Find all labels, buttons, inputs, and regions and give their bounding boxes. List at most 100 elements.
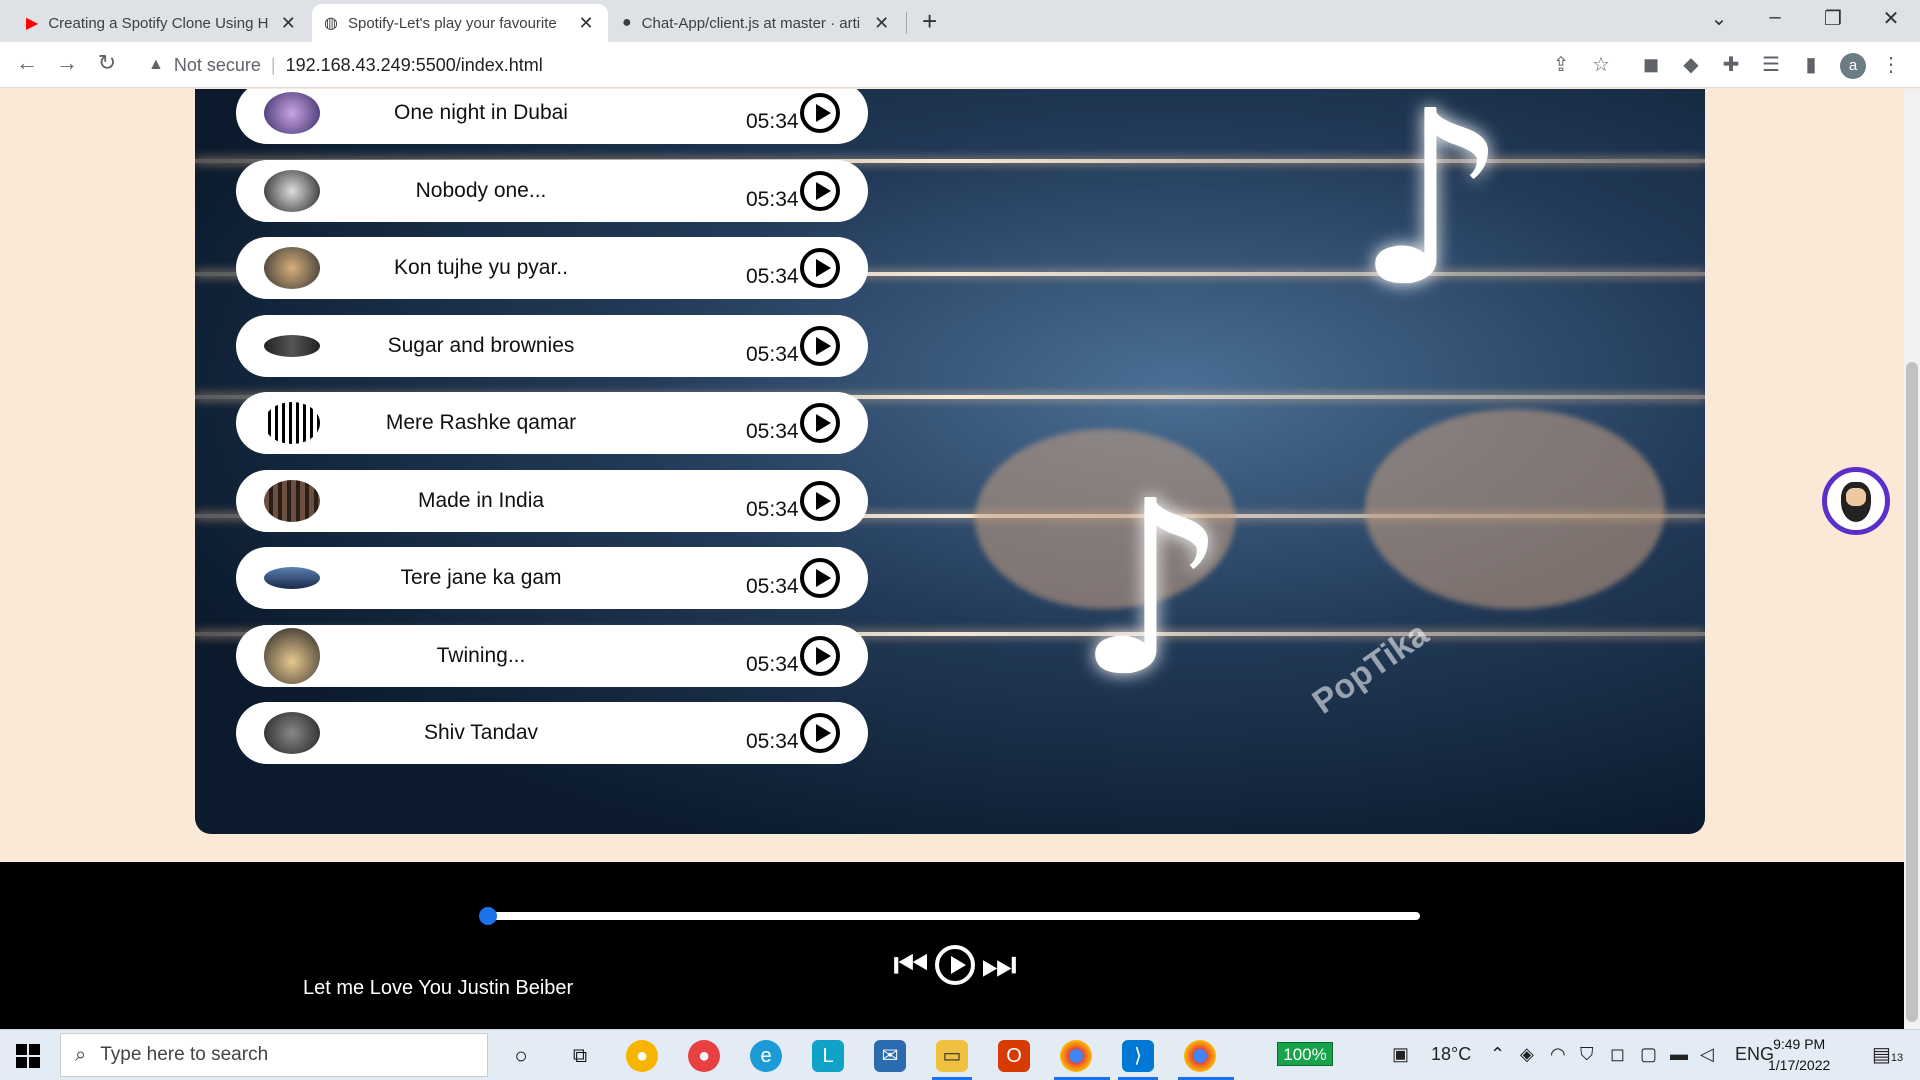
- play-icon[interactable]: [800, 248, 840, 288]
- side-panel-icon[interactable]: ▮: [1798, 52, 1824, 78]
- app-icon[interactable]: ●: [688, 1040, 720, 1072]
- cortana-icon[interactable]: ○: [505, 1040, 537, 1072]
- song-item[interactable]: Made in India 05:34: [236, 469, 868, 532]
- security-icon[interactable]: ⛉: [1580, 1044, 1594, 1065]
- tab-separator: [906, 12, 907, 34]
- close-icon[interactable]: ✕: [278, 13, 298, 34]
- song-item[interactable]: Shiv Tandav 05:34: [236, 702, 868, 764]
- task-view-icon[interactable]: ⧉: [564, 1040, 596, 1072]
- play-icon[interactable]: [935, 945, 975, 985]
- play-icon[interactable]: [800, 93, 840, 133]
- play-icon[interactable]: [800, 170, 840, 211]
- song-list: One night in Dubai 05:34 Nobody one... 0…: [236, 89, 876, 787]
- reload-button[interactable]: ↻: [92, 50, 122, 76]
- share-icon[interactable]: ⇪: [1548, 52, 1574, 78]
- song-cover: [264, 567, 320, 589]
- forward-button[interactable]: →: [52, 50, 82, 76]
- taskbar-search-input[interactable]: ⌕ Type here to search: [60, 1033, 488, 1077]
- new-tab-button[interactable]: +: [922, 6, 937, 37]
- tab-search-chevron-icon[interactable]: ⌄: [1704, 6, 1734, 31]
- chrome-icon[interactable]: [1184, 1040, 1216, 1072]
- windows-start-icon[interactable]: [16, 1044, 40, 1068]
- next-icon[interactable]: ⏭: [981, 945, 1017, 985]
- close-icon[interactable]: ✕: [576, 13, 596, 34]
- song-item[interactable]: Nobody one... 05:34: [236, 159, 868, 222]
- progress-bar[interactable]: [480, 912, 1420, 920]
- edge-icon[interactable]: e: [750, 1040, 782, 1072]
- song-cover: [264, 247, 320, 289]
- tab-youtube[interactable]: ▶ Creating a Spotify Clone Using H ✕: [14, 4, 310, 42]
- windows-taskbar: ⌕ Type here to search ○ ⧉ ● ● e L ✉ ▭ O …: [0, 1029, 1920, 1080]
- scrollbar-thumb[interactable]: [1906, 362, 1918, 1022]
- notification-center-icon[interactable]: ▤13: [1872, 1042, 1903, 1067]
- chrome-icon[interactable]: [1060, 1040, 1092, 1072]
- app-icon[interactable]: L: [812, 1040, 844, 1072]
- office-icon[interactable]: O: [998, 1040, 1030, 1072]
- weather-icon[interactable]: ▣: [1392, 1044, 1409, 1065]
- watermark: PopTika: [1305, 614, 1436, 722]
- song-name: Made in India: [417, 488, 545, 512]
- close-icon[interactable]: ✕: [872, 13, 892, 34]
- song-item[interactable]: Twining... 05:34: [236, 624, 868, 687]
- media-control-icon[interactable]: ☰: [1758, 52, 1784, 78]
- address-bar[interactable]: ▲ Not secure | 192.168.43.249:5500/index…: [138, 48, 1608, 82]
- warning-icon: ▲: [148, 56, 164, 73]
- system-clock[interactable]: 9:49 PM 1/17/2022: [1768, 1034, 1830, 1076]
- globe-icon: ◍: [324, 15, 338, 32]
- tab-spotify[interactable]: ◍ Spotify-Let's play your favourite ✕: [312, 4, 608, 42]
- previous-icon[interactable]: ⏮: [893, 945, 929, 985]
- profile-avatar[interactable]: a: [1840, 53, 1866, 79]
- mail-icon[interactable]: ✉: [874, 1040, 906, 1072]
- hand-decoration: [1365, 409, 1665, 609]
- file-explorer-icon[interactable]: ▭: [936, 1040, 968, 1072]
- song-cover: [264, 712, 320, 754]
- teams-icon[interactable]: ◈: [1520, 1044, 1534, 1065]
- song-item[interactable]: Tere jane ka gam 05:34: [236, 547, 868, 609]
- play-icon[interactable]: [800, 325, 840, 366]
- song-name: Twining...: [436, 643, 526, 667]
- temperature-label[interactable]: 18°C: [1431, 1044, 1471, 1065]
- play-icon[interactable]: [800, 558, 840, 598]
- volume-icon[interactable]: ◁: [1700, 1044, 1714, 1065]
- clock-time: 9:49 PM: [1773, 1036, 1826, 1052]
- battery-icon[interactable]: ▬: [1670, 1044, 1688, 1065]
- play-icon[interactable]: [800, 635, 840, 676]
- chevron-up-icon[interactable]: ⌃: [1490, 1044, 1505, 1065]
- camera-icon[interactable]: ◻: [1610, 1044, 1625, 1065]
- battery-indicator[interactable]: 100%: [1277, 1042, 1333, 1066]
- close-window-button[interactable]: ✕: [1876, 6, 1906, 31]
- tab-github[interactable]: ● Chat-App/client.js at master · arti ✕: [610, 4, 904, 42]
- app-icon[interactable]: ●: [626, 1040, 658, 1072]
- wifi-icon[interactable]: ◠: [1550, 1044, 1566, 1065]
- bottom-player: ⏮ ⏭ Let me Love You Justin Beiber: [0, 862, 1904, 1030]
- song-item[interactable]: One night in Dubai 05:34: [236, 89, 868, 144]
- song-name: Sugar and brownies: [387, 333, 575, 357]
- song-item[interactable]: Mere Rashke qamar 05:34: [236, 392, 868, 454]
- song-item[interactable]: Sugar and brownies 05:34: [236, 314, 868, 377]
- divider: |: [270, 54, 276, 75]
- back-button[interactable]: ←: [12, 50, 42, 76]
- play-icon[interactable]: [800, 480, 840, 521]
- minimize-button[interactable]: –: [1760, 6, 1790, 29]
- puzzle-icon[interactable]: ✚: [1718, 52, 1744, 78]
- display-icon[interactable]: ▢: [1640, 1044, 1657, 1065]
- extension-icon[interactable]: ◆: [1678, 52, 1704, 78]
- vscode-icon[interactable]: ⟩: [1122, 1040, 1154, 1072]
- progress-knob[interactable]: [479, 907, 497, 925]
- song-duration: 05:34: [746, 575, 799, 598]
- menu-dots-icon[interactable]: ⋮: [1878, 52, 1904, 78]
- song-item[interactable]: Kon tujhe yu pyar.. 05:34: [236, 237, 868, 299]
- song-name: Shiv Tandav: [423, 721, 539, 744]
- extension-icon[interactable]: ◼: [1638, 52, 1664, 78]
- floating-avatar-button[interactable]: [1822, 467, 1890, 535]
- play-icon[interactable]: [800, 403, 840, 443]
- github-icon: ●: [622, 14, 632, 31]
- play-icon[interactable]: [800, 713, 840, 753]
- song-name: Tere jane ka gam: [400, 566, 562, 589]
- song-cover: [264, 479, 320, 522]
- hero-background: ♪ ♪ PopTika One night in Dubai 05:34 Nob…: [195, 89, 1705, 834]
- song-name: Kon tujhe yu pyar..: [394, 256, 568, 279]
- song-duration: 05:34: [746, 652, 799, 676]
- bookmark-star-icon[interactable]: ☆: [1588, 52, 1614, 78]
- restore-button[interactable]: ❐: [1818, 6, 1848, 31]
